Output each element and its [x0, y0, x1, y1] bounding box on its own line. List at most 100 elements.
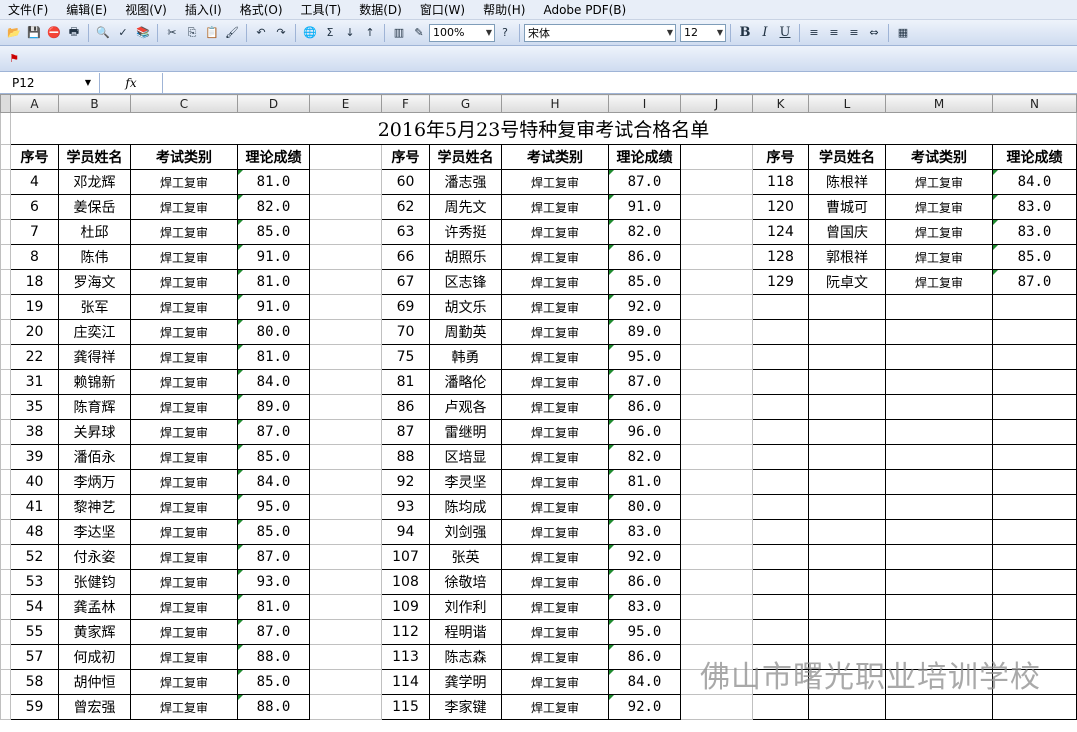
- serial-number-cell[interactable]: 19: [10, 294, 59, 320]
- serial-number-cell[interactable]: 69: [381, 294, 430, 320]
- cell[interactable]: [808, 444, 886, 470]
- cell[interactable]: [808, 419, 886, 445]
- exam-type-cell[interactable]: 焊工复审: [885, 244, 993, 270]
- cell[interactable]: [885, 494, 993, 520]
- serial-number-cell[interactable]: 60: [381, 169, 430, 195]
- serial-number-cell[interactable]: 81: [381, 369, 430, 395]
- theory-score-cell[interactable]: 95.0: [608, 619, 681, 645]
- student-name-cell[interactable]: 卢观各: [429, 394, 502, 420]
- menu-item[interactable]: 文件(F): [8, 1, 48, 18]
- name-box[interactable]: P12 ▼: [0, 72, 100, 93]
- exam-type-cell[interactable]: 焊工复审: [130, 169, 238, 195]
- cell[interactable]: [808, 344, 886, 370]
- theory-score-cell[interactable]: 85.0: [992, 244, 1077, 270]
- serial-number-cell[interactable]: 8: [10, 244, 59, 270]
- menu-item[interactable]: 格式(O): [240, 1, 283, 18]
- column-title[interactable]: 序号: [752, 144, 809, 170]
- exam-type-cell[interactable]: 焊工复审: [501, 494, 609, 520]
- serial-number-cell[interactable]: 88: [381, 444, 430, 470]
- exam-type-cell[interactable]: 焊工复审: [501, 619, 609, 645]
- help-icon[interactable]: ?: [496, 24, 514, 42]
- student-name-cell[interactable]: 赖锦新: [58, 369, 131, 395]
- serial-number-cell[interactable]: 75: [381, 344, 430, 370]
- theory-score-cell[interactable]: 80.0: [237, 319, 310, 345]
- exam-type-cell[interactable]: 焊工复审: [130, 269, 238, 295]
- student-name-cell[interactable]: 周先文: [429, 194, 502, 220]
- cell[interactable]: [309, 144, 382, 170]
- spelling-icon[interactable]: ✓: [114, 24, 132, 42]
- student-name-cell[interactable]: 阮卓文: [808, 269, 886, 295]
- serial-number-cell[interactable]: 93: [381, 494, 430, 520]
- cell[interactable]: [808, 294, 886, 320]
- serial-number-cell[interactable]: 87: [381, 419, 430, 445]
- theory-score-cell[interactable]: 91.0: [237, 294, 310, 320]
- permission-icon[interactable]: ⛔: [45, 24, 63, 42]
- serial-number-cell[interactable]: 86: [381, 394, 430, 420]
- student-name-cell[interactable]: 李达坚: [58, 519, 131, 545]
- serial-number-cell[interactable]: 62: [381, 194, 430, 220]
- cell[interactable]: [808, 694, 886, 720]
- serial-number-cell[interactable]: 63: [381, 219, 430, 245]
- theory-score-cell[interactable]: 93.0: [237, 569, 310, 595]
- serial-number-cell[interactable]: 53: [10, 569, 59, 595]
- exam-type-cell[interactable]: 焊工复审: [501, 569, 609, 595]
- exam-type-cell[interactable]: 焊工复审: [501, 419, 609, 445]
- cell[interactable]: [992, 519, 1077, 545]
- align-center-icon[interactable]: ≡: [825, 24, 843, 42]
- theory-score-cell[interactable]: 84.0: [992, 169, 1077, 195]
- insert-function-icon[interactable]: fx: [100, 73, 162, 93]
- serial-number-cell[interactable]: 113: [381, 644, 430, 670]
- cell[interactable]: [309, 294, 382, 320]
- cell[interactable]: [309, 444, 382, 470]
- student-name-cell[interactable]: 姜保岳: [58, 194, 131, 220]
- cell[interactable]: [309, 519, 382, 545]
- cell[interactable]: [680, 619, 753, 645]
- theory-score-cell[interactable]: 81.0: [237, 594, 310, 620]
- font-name-select[interactable]: 宋体 ▼: [524, 23, 676, 42]
- cell[interactable]: [752, 694, 809, 720]
- cell[interactable]: [680, 369, 753, 395]
- exam-type-cell[interactable]: 焊工复审: [130, 494, 238, 520]
- theory-score-cell[interactable]: 89.0: [608, 319, 681, 345]
- exam-type-cell[interactable]: 焊工复审: [130, 544, 238, 570]
- theory-score-cell[interactable]: 87.0: [608, 369, 681, 395]
- serial-number-cell[interactable]: 39: [10, 444, 59, 470]
- exam-type-cell[interactable]: 焊工复审: [501, 444, 609, 470]
- student-name-cell[interactable]: 杜邱: [58, 219, 131, 245]
- cell[interactable]: [885, 319, 993, 345]
- column-header[interactable]: K: [752, 94, 809, 113]
- serial-number-cell[interactable]: 18: [10, 269, 59, 295]
- theory-score-cell[interactable]: 83.0: [608, 594, 681, 620]
- exam-type-cell[interactable]: 焊工复审: [501, 244, 609, 270]
- student-name-cell[interactable]: 郭根祥: [808, 244, 886, 270]
- cell[interactable]: [309, 169, 382, 195]
- column-header[interactable]: N: [992, 94, 1077, 113]
- exam-type-cell[interactable]: 焊工复审: [130, 394, 238, 420]
- student-name-cell[interactable]: 关昇球: [58, 419, 131, 445]
- theory-score-cell[interactable]: 95.0: [237, 494, 310, 520]
- cell[interactable]: [680, 394, 753, 420]
- column-title[interactable]: 学员姓名: [808, 144, 886, 170]
- autosum-icon[interactable]: Σ: [321, 24, 339, 42]
- theory-score-cell[interactable]: 87.0: [608, 169, 681, 195]
- theory-score-cell[interactable]: 92.0: [608, 694, 681, 720]
- serial-number-cell[interactable]: 107: [381, 544, 430, 570]
- exam-type-cell[interactable]: 焊工复审: [501, 344, 609, 370]
- student-name-cell[interactable]: 李灵坚: [429, 469, 502, 495]
- serial-number-cell[interactable]: 31: [10, 369, 59, 395]
- serial-number-cell[interactable]: 58: [10, 669, 59, 695]
- research-icon[interactable]: 📚: [134, 24, 152, 42]
- theory-score-cell[interactable]: 85.0: [237, 219, 310, 245]
- exam-type-cell[interactable]: 焊工复审: [130, 619, 238, 645]
- sort-descending-icon[interactable]: ↑: [361, 24, 379, 42]
- exam-type-cell[interactable]: 焊工复审: [885, 219, 993, 245]
- student-name-cell[interactable]: 曹城可: [808, 194, 886, 220]
- theory-score-cell[interactable]: 83.0: [992, 194, 1077, 220]
- cell[interactable]: [680, 319, 753, 345]
- column-header[interactable]: J: [680, 94, 753, 113]
- cell[interactable]: [680, 444, 753, 470]
- exam-type-cell[interactable]: 焊工复审: [501, 469, 609, 495]
- column-header[interactable]: B: [58, 94, 131, 113]
- serial-number-cell[interactable]: 40: [10, 469, 59, 495]
- theory-score-cell[interactable]: 89.0: [237, 394, 310, 420]
